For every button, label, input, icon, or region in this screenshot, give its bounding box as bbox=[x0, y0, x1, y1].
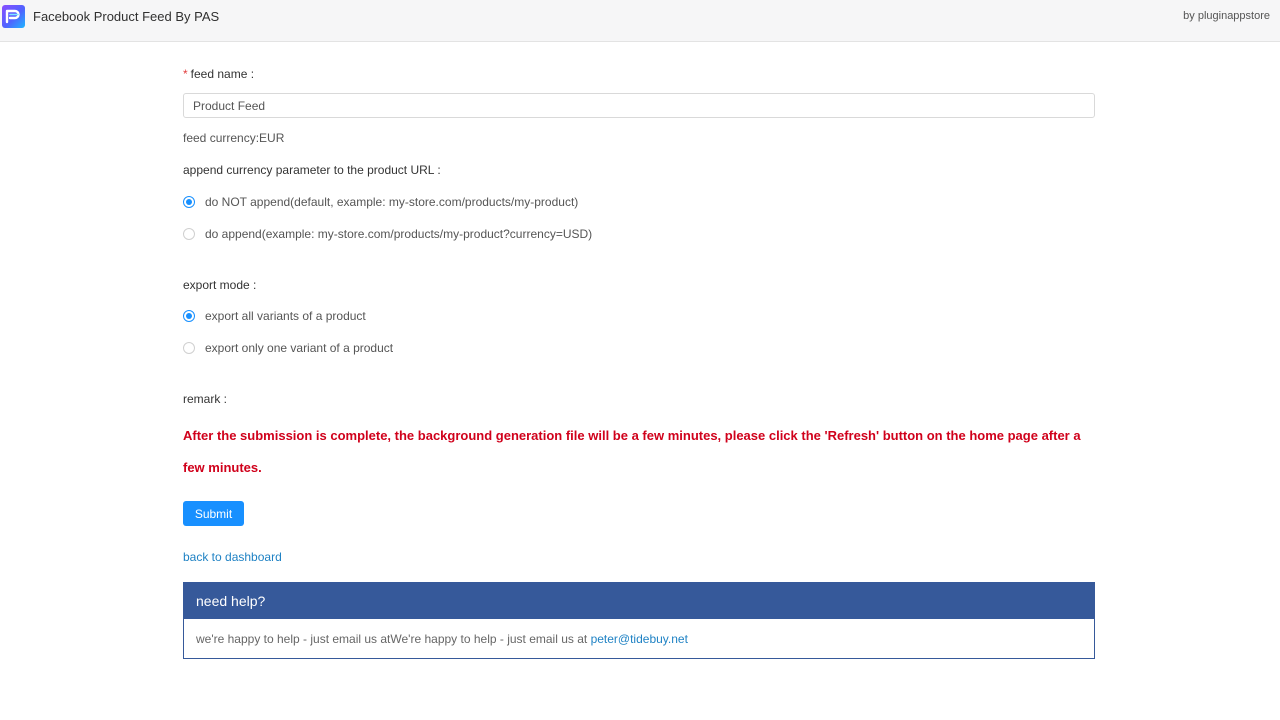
submit-button[interactable]: Submit bbox=[183, 501, 244, 526]
remark-label: remark : bbox=[183, 392, 228, 406]
feed-name-input[interactable] bbox=[183, 93, 1095, 118]
help-panel: need help? we're happy to help - just em… bbox=[183, 582, 1095, 659]
radio-checked-icon[interactable] bbox=[183, 196, 195, 208]
feed-name-label-text: feed name : bbox=[190, 67, 255, 81]
help-body-text: we're happy to help - just email us atWe… bbox=[196, 632, 591, 646]
radio-do-append[interactable]: do append(example: my-store.com/products… bbox=[183, 226, 592, 242]
radio-label: export only one variant of a product bbox=[205, 341, 394, 355]
help-title: need help? bbox=[184, 583, 1094, 619]
append-currency-label: append currency parameter to the product… bbox=[183, 163, 441, 177]
radio-label: export all variants of a product bbox=[205, 309, 366, 323]
app-logo-icon bbox=[2, 5, 25, 28]
back-to-dashboard-link[interactable]: back to dashboard bbox=[183, 550, 282, 564]
feed-name-label: * feed name : bbox=[183, 67, 254, 81]
radio-export-all-variants[interactable]: export all variants of a product bbox=[183, 308, 366, 324]
vendor-credit: by pluginappstore bbox=[1183, 10, 1270, 22]
app-title: Facebook Product Feed By PAS bbox=[33, 9, 220, 24]
radio-label: do append(example: my-store.com/products… bbox=[205, 227, 593, 241]
export-mode-label: export mode : bbox=[183, 278, 257, 292]
radio-unchecked-icon[interactable] bbox=[183, 228, 195, 240]
help-email-link[interactable]: peter@tidebuy.net bbox=[591, 632, 688, 646]
radio-unchecked-icon[interactable] bbox=[183, 342, 195, 354]
feed-currency-text: feed currency:EUR bbox=[183, 131, 285, 145]
radio-checked-icon[interactable] bbox=[183, 310, 195, 322]
remark-text: After the submission is complete, the ba… bbox=[183, 428, 1081, 475]
radio-do-not-append[interactable]: do NOT append(default, example: my-store… bbox=[183, 194, 578, 210]
help-body: we're happy to help - just email us atWe… bbox=[184, 619, 1094, 646]
top-bar: Facebook Product Feed By PAS by pluginap… bbox=[0, 0, 1280, 42]
required-mark: * bbox=[183, 67, 188, 81]
radio-export-one-variant[interactable]: export only one variant of a product bbox=[183, 340, 393, 356]
radio-label: do NOT append(default, example: my-store… bbox=[205, 195, 579, 209]
